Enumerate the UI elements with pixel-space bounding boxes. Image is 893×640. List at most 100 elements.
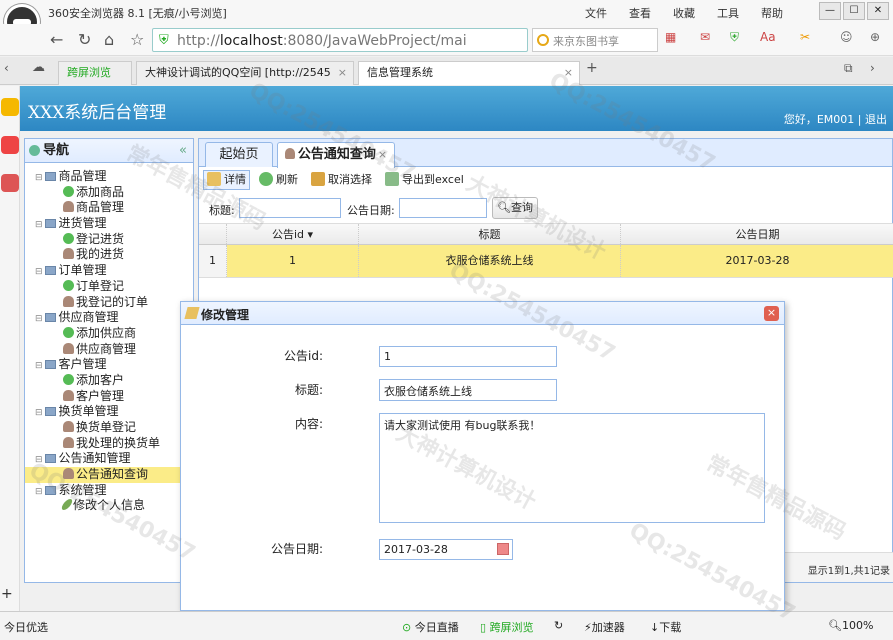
mail-at-icon[interactable] xyxy=(1,174,19,192)
tab-home[interactable]: 起始页 xyxy=(205,142,273,167)
new-tab-icon[interactable]: + xyxy=(586,60,598,76)
folder-icon xyxy=(44,485,56,495)
tab-close-icon[interactable]: × xyxy=(564,62,573,84)
translate-icon[interactable]: Aa xyxy=(760,30,776,44)
tab-info-system[interactable]: 信息管理系统 × xyxy=(358,61,580,85)
grid-header-date[interactable]: 公告日期 xyxy=(621,224,893,244)
add-sidebar-icon[interactable]: + xyxy=(1,586,19,604)
nav-group[interactable]: 供应商管理 xyxy=(25,310,193,326)
export-button[interactable]: 导出到excel xyxy=(385,172,464,188)
content-textarea[interactable]: 请大家测试使用 有bug联系我！ xyxy=(379,413,765,523)
nav-item[interactable]: 登记进货 xyxy=(25,232,193,248)
add-icon xyxy=(63,185,74,197)
status-download[interactable]: ↓下载 xyxy=(650,619,681,635)
zoom-icon[interactable]: ⊕ xyxy=(870,30,880,44)
nav-group[interactable]: 商品管理 xyxy=(25,169,193,185)
nav-item[interactable]: 换货单登记 xyxy=(25,420,193,436)
title-filter-input[interactable] xyxy=(239,198,341,218)
extension-icon[interactable]: ▦ xyxy=(665,30,676,44)
tab-qq-space[interactable]: 大神设计调试的QQ空间 [http://2545 × xyxy=(136,61,354,85)
security-icon[interactable]: ⛨ xyxy=(730,30,739,45)
address-url[interactable]: http://localhost:8080/JavaWebProject/mai… xyxy=(177,33,467,49)
manage-icon xyxy=(63,468,74,480)
menu-view[interactable]: 查看 xyxy=(629,5,651,21)
nav-item[interactable]: 修改个人信息 xyxy=(25,498,193,514)
menu-file[interactable]: 文件 xyxy=(585,5,607,21)
tab-cross-screen[interactable]: 跨屏浏览 xyxy=(58,61,132,85)
deselect-button[interactable]: 取消选择 xyxy=(311,172,372,188)
tab-list-icon[interactable]: ‹ xyxy=(4,61,9,75)
close-icon[interactable]: ✕ xyxy=(867,2,889,20)
nav-item[interactable]: 客户管理 xyxy=(25,389,193,405)
weibo-icon[interactable] xyxy=(1,136,19,154)
grid-header-title[interactable]: 标题 xyxy=(359,224,621,244)
nav-group[interactable]: 换货单管理 xyxy=(25,404,193,420)
phone-icon: ▯ xyxy=(480,621,487,634)
nav-item[interactable]: 订单登记 xyxy=(25,279,193,295)
status-today-pick[interactable]: 今日优选 xyxy=(4,619,48,635)
dialog-close-icon[interactable]: × xyxy=(764,306,779,321)
nav-item[interactable]: 添加客户 xyxy=(25,373,193,389)
address-bar[interactable]: ⛨ http://localhost:8080/JavaWebProject/m… xyxy=(152,28,528,52)
nav-item[interactable]: 商品管理 xyxy=(25,200,193,216)
nav-group-label: 客户管理 xyxy=(58,357,107,372)
nav-item[interactable]: 供应商管理 xyxy=(25,342,193,358)
restore-tab-icon[interactable]: ⧉ xyxy=(844,61,853,76)
search-icon: 🔍︎ xyxy=(497,201,511,214)
refresh-button[interactable]: 刷新 xyxy=(259,172,298,188)
tab-menu-icon[interactable]: › xyxy=(870,61,875,75)
home-icon[interactable]: ⌂ xyxy=(104,30,114,49)
detail-button[interactable]: 详情 xyxy=(203,170,250,190)
nav-item[interactable]: 添加商品 xyxy=(25,185,193,201)
emoji-icon[interactable]: ☺ xyxy=(840,30,853,44)
tab-close-icon[interactable]: × xyxy=(338,62,347,84)
id-field[interactable]: 1 xyxy=(379,346,557,367)
status-zoom[interactable]: 🔍︎100% xyxy=(828,619,873,632)
date-filter-input[interactable] xyxy=(399,198,487,218)
grid-toolbar: 详情 刷新 取消选择 导出到excel xyxy=(199,167,892,195)
status-accel-icon[interactable]: ↻ xyxy=(554,619,563,632)
tab-notice-query[interactable]: 公告通知查询 × xyxy=(277,142,395,168)
nav-group[interactable]: 客户管理 xyxy=(25,357,193,373)
status-accelerator[interactable]: ⚡加速器 xyxy=(584,619,625,635)
collapse-icon[interactable]: « xyxy=(179,139,187,162)
title-field[interactable]: 衣服仓储系统上线 xyxy=(379,379,557,401)
screenshot-icon[interactable]: ✂ xyxy=(800,30,810,44)
menu-favorites[interactable]: 收藏 xyxy=(673,5,695,21)
nav-item[interactable]: 我的进货 xyxy=(25,247,193,263)
nav-group[interactable]: 进货管理 xyxy=(25,216,193,232)
search-input[interactable]: 来京东图书享 xyxy=(553,33,619,49)
nav-group[interactable]: 系统管理 xyxy=(25,483,193,499)
add-icon xyxy=(63,232,74,244)
date-field[interactable]: 2017-03-28 xyxy=(379,539,513,560)
grid-header-id[interactable]: 公告id ▾ xyxy=(227,224,359,244)
nav-item-label: 添加供应商 xyxy=(76,325,137,340)
nav-group[interactable]: 公告通知管理 xyxy=(25,451,193,467)
table-row[interactable]: 1 1 衣服仓储系统上线 2017-03-28 xyxy=(199,245,893,278)
mail-icon[interactable]: ✉ xyxy=(700,30,710,44)
folder-icon xyxy=(44,360,56,370)
content-tabs: 起始页 公告通知查询 × xyxy=(199,139,892,168)
user-info[interactable]: 您好，EM001 | 退出 xyxy=(784,111,887,127)
favorites-star-icon[interactable] xyxy=(1,98,19,116)
back-icon[interactable]: ← xyxy=(50,30,63,49)
menu-help[interactable]: 帮助 xyxy=(761,5,783,21)
status-cross-screen[interactable]: ▯ 跨屏浏览 xyxy=(480,619,534,635)
nav-item[interactable]: 公告通知查询 xyxy=(25,467,193,483)
minimize-icon[interactable]: — xyxy=(819,2,841,20)
menu-tools[interactable]: 工具 xyxy=(717,5,739,21)
calendar-icon[interactable] xyxy=(497,543,509,555)
tab-close-icon[interactable]: × xyxy=(378,148,387,161)
nav-item[interactable]: 我登记的订单 xyxy=(25,295,193,311)
content-label: 内容: xyxy=(294,417,323,431)
maximize-icon[interactable]: ☐ xyxy=(843,2,865,20)
nav-item[interactable]: 我处理的换货单 xyxy=(25,436,193,452)
nav-group[interactable]: 订单管理 xyxy=(25,263,193,279)
reload-icon[interactable]: ↻ xyxy=(78,30,91,49)
favorite-star-icon[interactable]: ☆ xyxy=(130,30,144,49)
query-button[interactable]: 🔍︎查询 xyxy=(492,197,538,219)
search-box[interactable]: 来京东图书享 xyxy=(532,28,658,52)
cloud-icon[interactable]: ☁ xyxy=(32,60,45,75)
nav-item[interactable]: 添加供应商 xyxy=(25,326,193,342)
status-live[interactable]: ⊙ 今日直播 xyxy=(402,619,459,635)
